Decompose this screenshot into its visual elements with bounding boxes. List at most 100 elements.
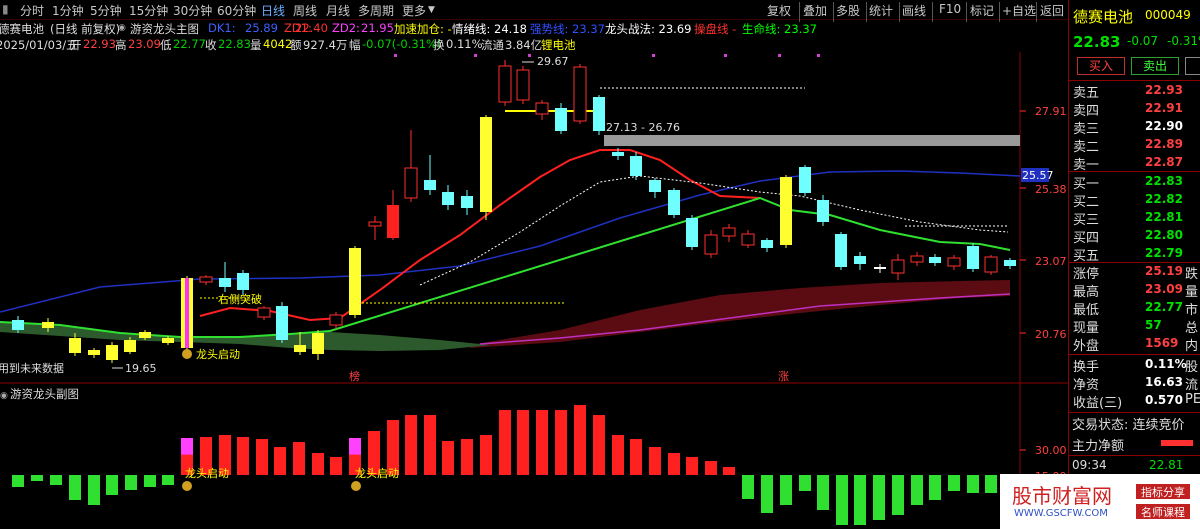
- candle-body: [817, 200, 829, 222]
- ask-list: 卖五 22.93 卖四 22.91 卖三 22.90 卖二 22.89 卖一 22.87: [1069, 81, 1200, 173]
- toolbar-button-diejia[interactable]: 叠加: [803, 2, 827, 19]
- sub-bar: [686, 457, 698, 475]
- sub-chart-title[interactable]: 游资龙头副图: [10, 387, 79, 401]
- qingxu-value: 情绪线: 24.18: [452, 22, 527, 36]
- sub-bar: [293, 442, 305, 475]
- candle-body: [799, 167, 811, 193]
- candle-body: [854, 256, 866, 264]
- zd2-label: ZD2:: [332, 21, 360, 35]
- quote-date: 2025/01/03/五: [0, 38, 78, 52]
- float-value: 3.84亿: [505, 38, 543, 52]
- toolbar-button-f10[interactable]: F10: [939, 2, 961, 16]
- tab-period-5[interactable]: 60分钟: [217, 2, 256, 19]
- sub-bar: [69, 475, 81, 500]
- candle-body: [276, 306, 288, 340]
- tab-period-4[interactable]: 30分钟: [173, 2, 212, 19]
- candle-body: [741, 233, 755, 246]
- bang-mark: 榜: [349, 369, 360, 383]
- trade-status: 交易状态: 连续竞价: [1072, 418, 1185, 433]
- indicator-name[interactable]: 游资龙头主图: [130, 21, 199, 37]
- ask-row-label: 卖四: [1073, 104, 1100, 119]
- sub-bar: [499, 410, 511, 475]
- price-tag-text: 25.57: [1022, 169, 1054, 182]
- kline-chart[interactable]: 29.67 19.65 27.13 - 26.76 右侧突破 龙头启动 用到未来…: [0, 52, 1068, 529]
- candle-body: [668, 190, 680, 215]
- sub-bar: [517, 410, 529, 475]
- toolbar-button-biaoji[interactable]: 标记: [970, 2, 994, 19]
- candle-body: [237, 273, 249, 290]
- bid-row-value: 22.83: [1145, 174, 1183, 188]
- close-value: 22.83: [218, 37, 251, 51]
- candle-body: [199, 276, 213, 283]
- candle-body: [947, 257, 961, 267]
- sub-bar: [873, 475, 885, 520]
- stat-row-tail: 总: [1185, 321, 1199, 336]
- toolbar-button-fuquan[interactable]: 复权: [767, 2, 791, 19]
- turn-value: 0.11%: [446, 37, 483, 51]
- candle-body: [42, 322, 54, 328]
- indicator-dropdown-icon[interactable]: ◉: [118, 23, 126, 33]
- tab-period-10[interactable]: 更多: [402, 2, 426, 19]
- ask-row-value: 22.93: [1145, 83, 1183, 97]
- watermark-tag-2: 名师课程: [1136, 504, 1190, 519]
- bid-row-value: 22.80: [1145, 228, 1183, 242]
- open-value: 22.93: [83, 37, 116, 51]
- nav-icon[interactable]: ▮: [2, 2, 9, 16]
- sub-bar: [144, 475, 156, 487]
- bid-row-value: 22.79: [1145, 246, 1183, 260]
- longtou-value: 龙头战法: 23.69: [605, 22, 692, 36]
- bid-list: 买一 22.83 买二 22.82 买三 22.81 买四 22.80 买五 22.79: [1069, 172, 1200, 264]
- candle-body: [686, 218, 698, 247]
- sub-bar: [555, 410, 567, 475]
- stat2-row-label: 收益(三): [1073, 396, 1123, 411]
- sub-bar: [405, 415, 417, 475]
- sub-bar: [424, 415, 436, 475]
- side-price: 22.83: [1073, 33, 1121, 51]
- tab-period-7[interactable]: 周线: [293, 2, 317, 19]
- tab-period-0[interactable]: 分时: [20, 2, 44, 19]
- turn-label: 换: [433, 38, 445, 52]
- chevron-down-icon[interactable]: ▼: [428, 5, 435, 15]
- toolbar-button-duogu[interactable]: 多股: [836, 2, 860, 19]
- more-button[interactable]: [1185, 57, 1200, 75]
- side-stock-code: 000049: [1145, 8, 1191, 22]
- concept-tag[interactable]: 锂电池: [541, 37, 576, 53]
- toolbar-button-back[interactable]: 返回: [1040, 2, 1064, 19]
- stock-name: 德赛电池: [0, 22, 44, 36]
- money-bag-icon-2: [182, 481, 192, 491]
- candle-body: [124, 340, 136, 352]
- stat-row-label: 涨停: [1073, 267, 1100, 282]
- candle-body: [294, 345, 306, 352]
- high-value: 23.09: [128, 37, 161, 51]
- sub-bar: [723, 467, 735, 475]
- buy-button[interactable]: 买入: [1077, 57, 1125, 75]
- bid-row-label: 买四: [1073, 231, 1100, 246]
- toolbar-button-zixuan[interactable]: +自选: [1002, 2, 1036, 19]
- stat-row-value: 25.19: [1145, 264, 1183, 278]
- sub-chart-icon[interactable]: ◉: [0, 391, 8, 401]
- tab-period-1[interactable]: 1分钟: [52, 2, 84, 19]
- candle-body: [704, 234, 718, 255]
- sub-bar: [967, 475, 979, 493]
- toolbar-button-huaxian[interactable]: 画线: [902, 2, 926, 19]
- tab-period-8[interactable]: 月线: [326, 2, 350, 19]
- candle-body: [257, 307, 271, 318]
- sub-bar: [892, 475, 904, 515]
- sub-bar: [761, 475, 773, 513]
- tab-period-6[interactable]: 日线: [261, 2, 285, 19]
- sub-start-label-2: 龙头启动: [355, 467, 399, 480]
- toolbar-button-tongji[interactable]: 统计: [869, 2, 893, 19]
- tab-period-3[interactable]: 15分钟: [129, 2, 168, 19]
- stat-row-label: 外盘: [1073, 339, 1100, 354]
- ask-row-label: 卖五: [1073, 86, 1100, 101]
- tab-period-9[interactable]: 多周期: [358, 2, 394, 19]
- watermark-title: 股市财富网: [1012, 484, 1112, 508]
- green-ma-line: [0, 196, 1011, 338]
- qiangshi-value: 强势线: 23.37: [530, 22, 605, 36]
- candle-body: [593, 97, 605, 131]
- candle-body: [630, 156, 642, 176]
- sub-bar: [256, 439, 268, 475]
- sell-button[interactable]: 卖出: [1131, 57, 1179, 75]
- tab-period-2[interactable]: 5分钟: [90, 2, 122, 19]
- sub-bar: [461, 439, 473, 475]
